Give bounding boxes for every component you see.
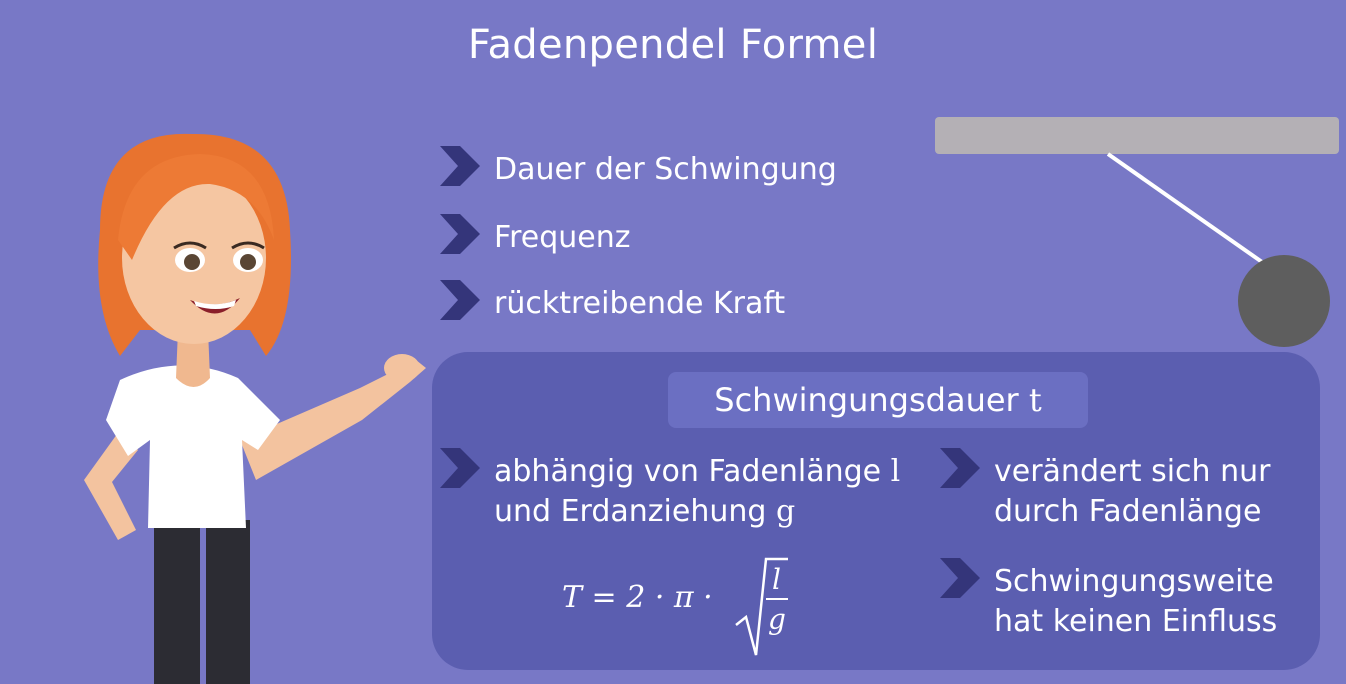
formula: T = 2 · π · l g bbox=[560, 555, 800, 663]
bullet-veraendert: verändert sich nur durch Fadenlänge bbox=[940, 448, 1271, 532]
bullet-label: Schwingungsweite hat keinen Einfluss bbox=[994, 564, 1278, 639]
bullet-label: abhängig von Fadenlänge l und Erdanziehu… bbox=[494, 454, 901, 529]
presenter-character bbox=[84, 133, 426, 684]
chevron-right-icon bbox=[440, 448, 480, 488]
formula-lhs: T = 2 · π · bbox=[562, 580, 713, 615]
bullet-abhaengig: abhängig von Fadenlänge l und Erdanziehu… bbox=[440, 448, 901, 532]
formula-denominator: g bbox=[768, 603, 786, 636]
pendulum-bob bbox=[1238, 255, 1330, 347]
formula-numerator: l bbox=[772, 563, 781, 596]
panel-subtitle: Schwingungsdauer t bbox=[668, 372, 1088, 428]
bullet-label: verändert sich nur durch Fadenlänge bbox=[994, 454, 1271, 529]
chevron-right-icon bbox=[940, 558, 980, 598]
bullet-schwingungsweite: Schwingungsweite hat keinen Einfluss bbox=[940, 558, 1278, 642]
chevron-right-icon bbox=[940, 448, 980, 488]
